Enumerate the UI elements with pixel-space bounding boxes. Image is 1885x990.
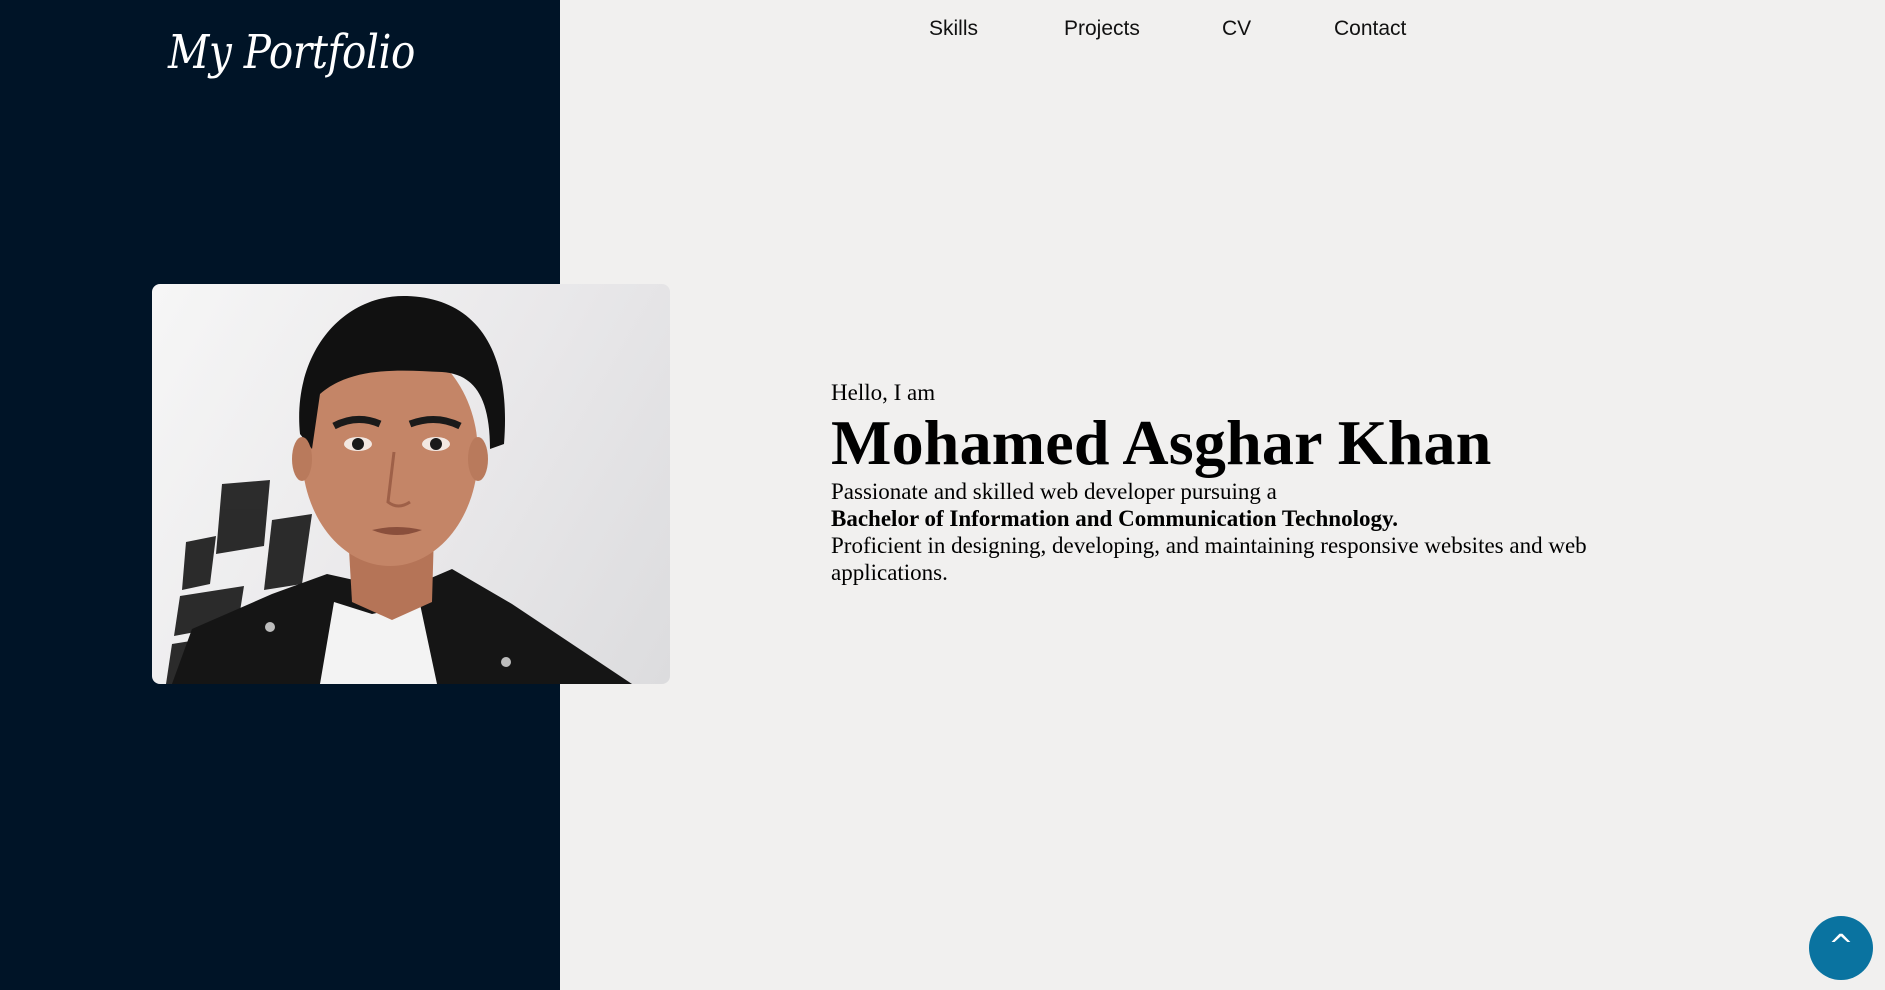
jacket-button-2 <box>501 657 511 667</box>
hero-bio: Passionate and skilled web developer pur… <box>831 478 1661 586</box>
site-logo[interactable]: My Portfolio <box>168 18 415 88</box>
profile-photo <box>152 284 670 684</box>
hero-greeting: Hello, I am <box>831 380 936 405</box>
white-shirt <box>320 602 437 684</box>
nav-link-skills[interactable]: Skills <box>929 14 978 44</box>
ear-right <box>468 437 488 481</box>
bio-intro: Passionate and skilled web developer pur… <box>831 479 1277 504</box>
ear-left <box>292 437 312 481</box>
bio-rest: Proficient in designing, developing, and… <box>831 533 1587 585</box>
nav-link-projects[interactable]: Projects <box>1064 14 1140 44</box>
nav-link-contact[interactable]: Contact <box>1334 14 1406 44</box>
hero-name: Mohamed Asghar Khan <box>831 407 1492 478</box>
pupil-left <box>352 438 364 450</box>
scroll-to-top-button[interactable]: ^ <box>1809 916 1873 980</box>
bio-degree: Bachelor of Information and Communicatio… <box>831 506 1398 531</box>
profile-photo-illustration <box>166 295 632 684</box>
nav-link-cv[interactable]: CV <box>1222 14 1251 44</box>
hero-section: Hello, I am Mohamed Asghar Khan Passiona… <box>831 378 1661 586</box>
pupil-right <box>430 438 442 450</box>
jacket-button <box>265 622 275 632</box>
